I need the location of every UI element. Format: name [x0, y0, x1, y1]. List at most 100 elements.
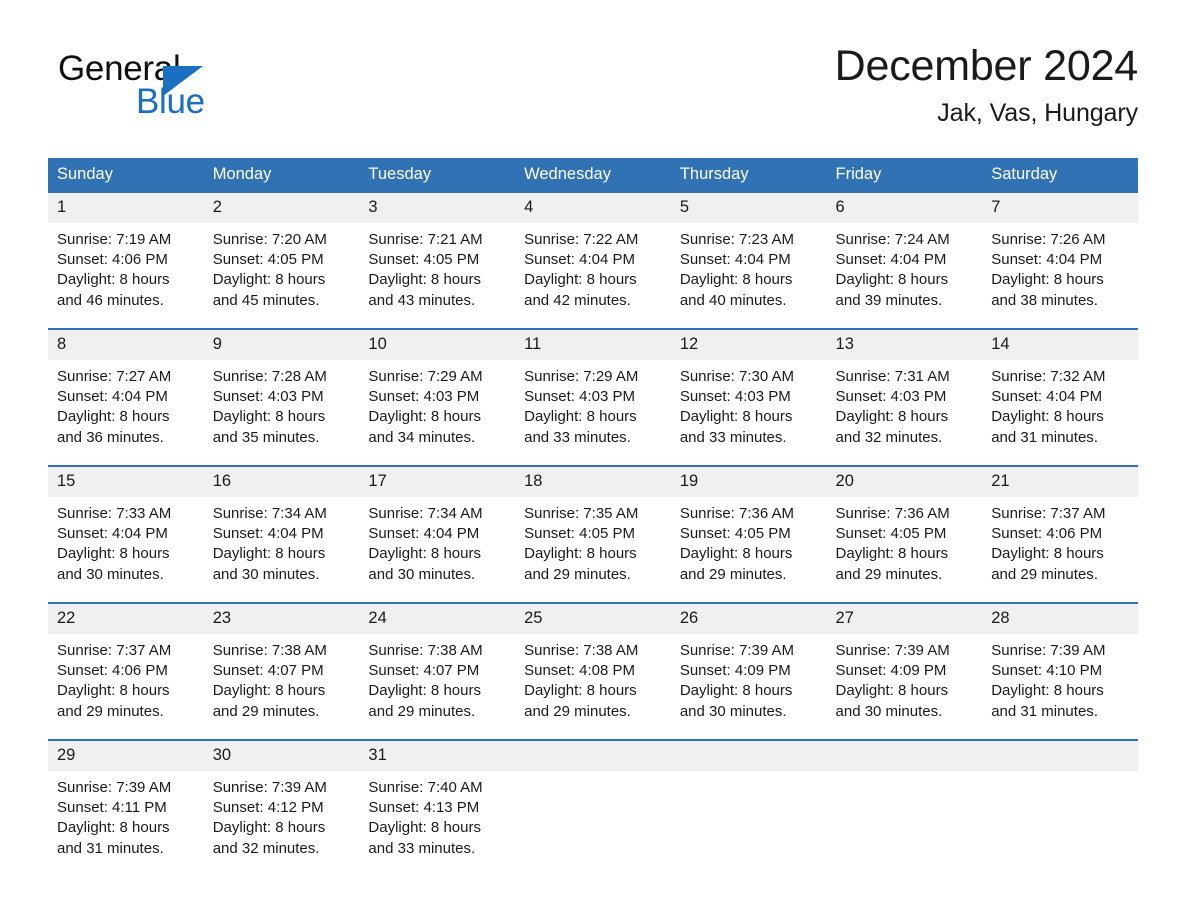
- daylight-text-line2: and 29 minutes.: [368, 702, 476, 720]
- daylight-text-line1: Daylight: 8 hours: [212, 819, 326, 837]
- day-number: [670, 741, 827, 771]
- calendar-day-cell[interactable]: 26 Sunrise: 7:39 AM Sunset: 4:09 PM Dayligh…: [670, 604, 827, 740]
- generalblue-logo: General Blue: [58, 50, 258, 130]
- daylight-text-line1: Daylight: 8 hours: [368, 819, 481, 837]
- daylight-text-line2: and 32 minutes.: [835, 428, 943, 446]
- day-number: 29: [48, 741, 204, 771]
- day-details: Sunrise: 7:39 AM Sunset: 4:12 PM Daylight:…: [204, 771, 360, 859]
- calendar-day-cell[interactable]: 27 Sunrise: 7:39 AM Sunset: 4:09 PM Dayligh…: [826, 604, 983, 740]
- daylight-text-line1: Daylight: 8 hours: [57, 545, 170, 563]
- day-number: 24: [359, 604, 516, 634]
- day-number: 19: [670, 467, 827, 497]
- daylight-text-line1: Daylight: 8 hours: [679, 408, 793, 426]
- calendar-day-cell[interactable]: 24 Sunrise: 7:38 AM Sunset: 4:07 PM Dayligh…: [359, 604, 516, 740]
- daylight-text-line2: and 42 minutes.: [524, 291, 631, 309]
- calendar-day-cell[interactable]: 6 Sunrise: 7:24 AM Sunset: 4:04 PM Daylight…: [826, 193, 983, 329]
- calendar-day-cell[interactable]: 18 Sunrise: 7:35 AM Sunset: 4:05 PM Dayligh…: [515, 467, 671, 603]
- calendar-day-cell[interactable]: 16 Sunrise: 7:34 AM Sunset: 4:04 PM Dayligh…: [203, 467, 360, 603]
- sunset-text: Sunset: 4:04 PM: [991, 251, 1103, 269]
- daylight-text-line2: and 46 minutes.: [57, 291, 164, 309]
- daylight-text-line2: and 30 minutes.: [57, 565, 164, 583]
- calendar-day-cell[interactable]: 13 Sunrise: 7:31 AM Sunset: 4:03 PM Dayligh…: [826, 330, 983, 466]
- weekday-header-wednesday: Wednesday: [515, 158, 671, 192]
- calendar-day-cell[interactable]: 12 Sunrise: 7:30 AM Sunset: 4:03 PM Dayligh…: [670, 330, 827, 466]
- day-details: Sunrise: 7:38 AM Sunset: 4:08 PM Daylight:…: [515, 634, 671, 722]
- day-details: Sunrise: 7:36 AM Sunset: 4:05 PM Daylight:…: [827, 497, 983, 585]
- calendar-day-cell[interactable]: 19 Sunrise: 7:36 AM Sunset: 4:05 PM Dayligh…: [670, 467, 827, 603]
- sunrise-text: Sunrise: 7:24 AM: [835, 231, 950, 248]
- calendar-week-row: 8 Sunrise: 7:27 AM Sunset: 4:04 PM Daylight…: [48, 330, 1138, 466]
- day-number: [982, 741, 1138, 771]
- calendar-day-cell[interactable]: 2 Sunrise: 7:20 AM Sunset: 4:05 PM Daylight…: [203, 193, 360, 329]
- sunset-text: Sunset: 4:04 PM: [57, 525, 168, 543]
- day-number: 10: [359, 330, 516, 360]
- calendar-day-cell[interactable]: 22 Sunrise: 7:37 AM Sunset: 4:06 PM Dayligh…: [48, 604, 204, 740]
- calendar-day-cell[interactable]: 20 Sunrise: 7:36 AM Sunset: 4:05 PM Dayligh…: [826, 467, 983, 603]
- calendar-day-cell[interactable]: 17 Sunrise: 7:34 AM Sunset: 4:04 PM Dayligh…: [359, 467, 516, 603]
- calendar-day-cell[interactable]: 10 Sunrise: 7:29 AM Sunset: 4:03 PM Dayligh…: [359, 330, 516, 466]
- sunset-text: Sunset: 4:03 PM: [524, 388, 636, 406]
- calendar-day-cell[interactable]: 4 Sunrise: 7:22 AM Sunset: 4:04 PM Daylight…: [515, 193, 671, 329]
- calendar-day-cell[interactable]: 9 Sunrise: 7:28 AM Sunset: 4:03 PM Daylight…: [203, 330, 360, 466]
- calendar-week-row: 22 Sunrise: 7:37 AM Sunset: 4:06 PM Dayligh…: [48, 604, 1138, 740]
- sunset-text: Sunset: 4:03 PM: [368, 388, 480, 406]
- calendar-day-cell[interactable]: 15 Sunrise: 7:33 AM Sunset: 4:04 PM Dayligh…: [48, 467, 204, 603]
- calendar-day-cell[interactable]: 5 Sunrise: 7:23 AM Sunset: 4:04 PM Daylight…: [670, 193, 827, 329]
- sunset-text: Sunset: 4:10 PM: [991, 662, 1103, 680]
- calendar-day-cell[interactable]: 25 Sunrise: 7:38 AM Sunset: 4:08 PM Dayligh…: [515, 604, 671, 740]
- daylight-text-line2: and 36 minutes.: [57, 428, 164, 446]
- sunrise-text: Sunrise: 7:32 AM: [991, 368, 1106, 385]
- day-details: Sunrise: 7:34 AM Sunset: 4:04 PM Daylight:…: [204, 497, 360, 585]
- daylight-text-line2: and 29 minutes.: [991, 565, 1098, 583]
- sunrise-text: Sunrise: 7:37 AM: [57, 642, 172, 659]
- calendar-page: General Blue December 2024 Jak, Vas, Hun…: [0, 0, 1188, 918]
- daylight-text-line1: Daylight: 8 hours: [524, 408, 637, 426]
- day-details: Sunrise: 7:39 AM Sunset: 4:10 PM Daylight:…: [982, 634, 1138, 722]
- calendar-day-cell[interactable]: 7 Sunrise: 7:26 AM Sunset: 4:04 PM Daylight…: [982, 193, 1138, 329]
- daylight-text-line1: Daylight: 8 hours: [679, 271, 793, 289]
- daylight-text-line1: Daylight: 8 hours: [835, 271, 949, 289]
- daylight-text-line2: and 30 minutes.: [368, 565, 476, 583]
- day-number: 12: [670, 330, 827, 360]
- day-number: 28: [982, 604, 1138, 634]
- calendar-day-cell[interactable]: 14 Sunrise: 7:32 AM Sunset: 4:04 PM Dayligh…: [982, 330, 1138, 466]
- calendar-day-cell[interactable]: 8 Sunrise: 7:27 AM Sunset: 4:04 PM Daylight…: [48, 330, 204, 466]
- calendar-day-cell[interactable]: 1 Sunrise: 7:19 AM Sunset: 4:06 PM Daylight…: [48, 193, 204, 329]
- sunset-text: Sunset: 4:04 PM: [212, 525, 324, 543]
- sunrise-text: Sunrise: 7:28 AM: [212, 368, 327, 385]
- daylight-text-line2: and 33 minutes.: [368, 839, 476, 857]
- daylight-text-line2: and 29 minutes.: [57, 702, 164, 720]
- location-subtitle: Jak, Vas, Hungary: [937, 99, 1138, 127]
- day-number: [515, 741, 671, 771]
- weekday-header-thursday: Thursday: [670, 158, 827, 192]
- day-details: Sunrise: 7:26 AM Sunset: 4:04 PM Daylight:…: [982, 223, 1138, 311]
- sunset-text: Sunset: 4:05 PM: [524, 525, 636, 543]
- day-details: Sunrise: 7:37 AM Sunset: 4:06 PM Daylight:…: [48, 634, 204, 722]
- calendar-day-cell[interactable]: 31 Sunrise: 7:40 AM Sunset: 4:13 PM Dayligh…: [359, 741, 516, 876]
- day-details: Sunrise: 7:24 AM Sunset: 4:04 PM Daylight:…: [827, 223, 983, 311]
- calendar-day-cell[interactable]: 28 Sunrise: 7:39 AM Sunset: 4:10 PM Dayligh…: [982, 604, 1138, 740]
- calendar-day-cell[interactable]: 3 Sunrise: 7:21 AM Sunset: 4:05 PM Daylight…: [359, 193, 516, 329]
- sunset-text: Sunset: 4:09 PM: [835, 662, 947, 680]
- weekday-header-monday: Monday: [203, 158, 360, 192]
- daylight-text-line1: Daylight: 8 hours: [368, 271, 481, 289]
- day-details: Sunrise: 7:22 AM Sunset: 4:04 PM Daylight:…: [515, 223, 671, 311]
- sunrise-text: Sunrise: 7:35 AM: [524, 505, 639, 522]
- weekday-header-sunday: Sunday: [48, 158, 204, 192]
- sunset-text: Sunset: 4:07 PM: [212, 662, 324, 680]
- daylight-text-line1: Daylight: 8 hours: [991, 682, 1104, 700]
- calendar-day-cell[interactable]: 23 Sunrise: 7:38 AM Sunset: 4:07 PM Dayligh…: [203, 604, 360, 740]
- sunrise-text: Sunrise: 7:36 AM: [835, 505, 950, 522]
- calendar-day-cell[interactable]: 29 Sunrise: 7:39 AM Sunset: 4:11 PM Dayligh…: [48, 741, 204, 876]
- calendar-day-cell[interactable]: 11 Sunrise: 7:29 AM Sunset: 4:03 PM Dayligh…: [515, 330, 671, 466]
- sunset-text: Sunset: 4:13 PM: [368, 799, 480, 817]
- sunrise-text: Sunrise: 7:40 AM: [368, 779, 483, 796]
- calendar-empty-cell: [670, 741, 827, 876]
- daylight-text-line1: Daylight: 8 hours: [679, 682, 793, 700]
- daylight-text-line2: and 30 minutes.: [212, 565, 320, 583]
- daylight-text-line2: and 29 minutes.: [679, 565, 787, 583]
- calendar-day-cell[interactable]: 21 Sunrise: 7:37 AM Sunset: 4:06 PM Dayligh…: [982, 467, 1138, 603]
- day-details: Sunrise: 7:19 AM Sunset: 4:06 PM Daylight:…: [48, 223, 204, 311]
- sunset-text: Sunset: 4:04 PM: [368, 525, 480, 543]
- calendar-day-cell[interactable]: 30 Sunrise: 7:39 AM Sunset: 4:12 PM Dayligh…: [203, 741, 360, 876]
